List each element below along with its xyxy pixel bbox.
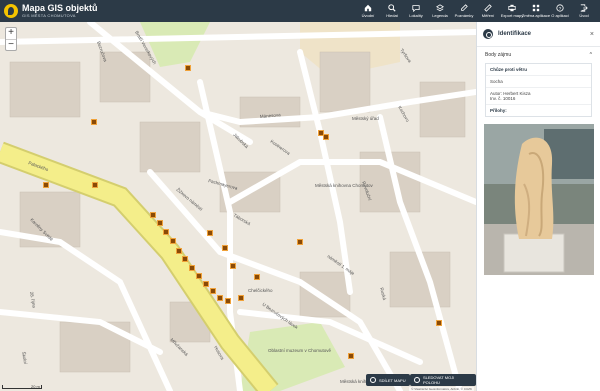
sculpture-photo[interactable] [484,124,594,275]
poi-marker[interactable] [210,288,216,294]
exit-icon [580,4,588,12]
panel-header: Identifikace × [477,22,600,47]
poi-marker[interactable] [43,182,49,188]
poi-marker[interactable] [348,353,354,359]
poi-marker[interactable] [176,248,182,254]
poi-marker[interactable] [150,212,156,218]
app-header: Mapa GIS objektů GIS MĚSTA CHOMUTOVA Úvo… [0,0,600,22]
poi-marker[interactable] [207,230,213,236]
home-icon [364,4,372,12]
help-icon: ? [556,4,564,12]
tool-change-app[interactable]: Změna aplikace [522,0,550,22]
zoom-control: + − [5,27,17,51]
tool-search[interactable]: Hledat [380,0,404,22]
tool-about[interactable]: ? O aplikaci [548,0,572,22]
tool-intro[interactable]: Úvod [572,0,596,22]
poi-marker[interactable] [182,256,188,262]
poi-marker[interactable] [92,182,98,188]
section-header[interactable]: Body zájmu ^ [477,47,600,63]
app-title: Mapa GIS objektů [22,3,98,13]
poi-marker[interactable] [238,295,244,301]
feature-author: Autor: Herbert Kisza Inv. č. 10016 [486,88,591,105]
svg-text:?: ? [559,6,562,12]
identify-icon [483,29,493,39]
feature-card: Chůze proti větru Socha Autor: Herbert K… [485,63,592,117]
poi-marker[interactable] [297,239,303,245]
tool-notes[interactable]: Poznámky [452,0,476,22]
poi-marker[interactable] [436,320,442,326]
poi-marker[interactable] [163,229,169,235]
print-icon [508,4,516,12]
pencil-icon [461,4,468,11]
map-view[interactable]: Bezručova Bratří Veverkových Mánesova Ko… [0,22,476,391]
svg-text:Chelčického: Chelčického [248,288,273,293]
poi-marker[interactable] [230,263,236,269]
poi-marker[interactable] [222,245,228,251]
poi-marker[interactable] [254,274,260,280]
share-map-button[interactable]: SDÍLET MAPU [366,374,410,386]
chat-icon [412,5,420,12]
logo-icon [4,4,18,18]
poi-marker[interactable] [91,119,97,125]
layers-icon [436,4,444,12]
tool-measure[interactable]: Měření [476,0,500,22]
feature-type: Socha [486,76,591,88]
feature-title: Chůze proti větru [486,64,591,76]
svg-text:Oblastní muzeum v Chomutově: Oblastní muzeum v Chomutově [268,348,332,353]
tool-home[interactable]: Úvodní [356,0,380,22]
zoom-in-button[interactable]: + [6,28,16,39]
tool-legend[interactable]: Legenda [428,0,452,22]
poi-marker[interactable] [323,134,329,140]
tool-export[interactable]: Export mapy [500,0,524,22]
tool-locations[interactable]: Lokality [404,0,428,22]
scale-bar: 20 m [2,385,42,389]
track-location-button[interactable]: SLEDOVAT MOJI POLOHU [410,374,476,386]
app-subtitle: GIS MĚSTA CHOMUTOVA [22,13,76,18]
grid-icon [532,4,540,12]
brand[interactable]: Mapa GIS objektů GIS MĚSTA CHOMUTOVA [0,4,150,18]
locate-icon [414,377,420,383]
section-title: Body zájmu [485,52,512,58]
poi-marker[interactable] [203,281,209,287]
map-canvas[interactable]: Bezručova Bratří Veverkových Mánesova Ko… [0,22,476,391]
ruler-icon [484,4,492,12]
panel-title: Identifikace [498,31,532,37]
svg-text:Městská knihovna Chomutov: Městská knihovna Chomutov [315,183,374,188]
chevron-up-icon: ^ [589,52,592,58]
poi-marker[interactable] [157,220,163,226]
toolbar: Úvodní Hledat Lokality Legenda Poznámky … [356,0,596,22]
sculpture-image [484,124,594,275]
poi-marker[interactable] [217,295,223,301]
poi-marker[interactable] [185,65,191,71]
poi-marker[interactable] [196,273,202,279]
close-icon[interactable]: × [590,31,594,38]
poi-marker[interactable] [225,298,231,304]
zoom-out-button[interactable]: − [6,39,16,50]
poi-marker[interactable] [170,238,176,244]
attachments-label: Přílohy: [490,108,507,113]
svg-text:Městský úřad: Městský úřad [352,116,379,121]
share-icon [370,377,376,383]
map-attribution: © Vlastnictví Geoinformatics, Airbnb, © … [409,387,474,391]
poi-marker[interactable] [189,265,195,271]
search-icon [388,4,396,12]
